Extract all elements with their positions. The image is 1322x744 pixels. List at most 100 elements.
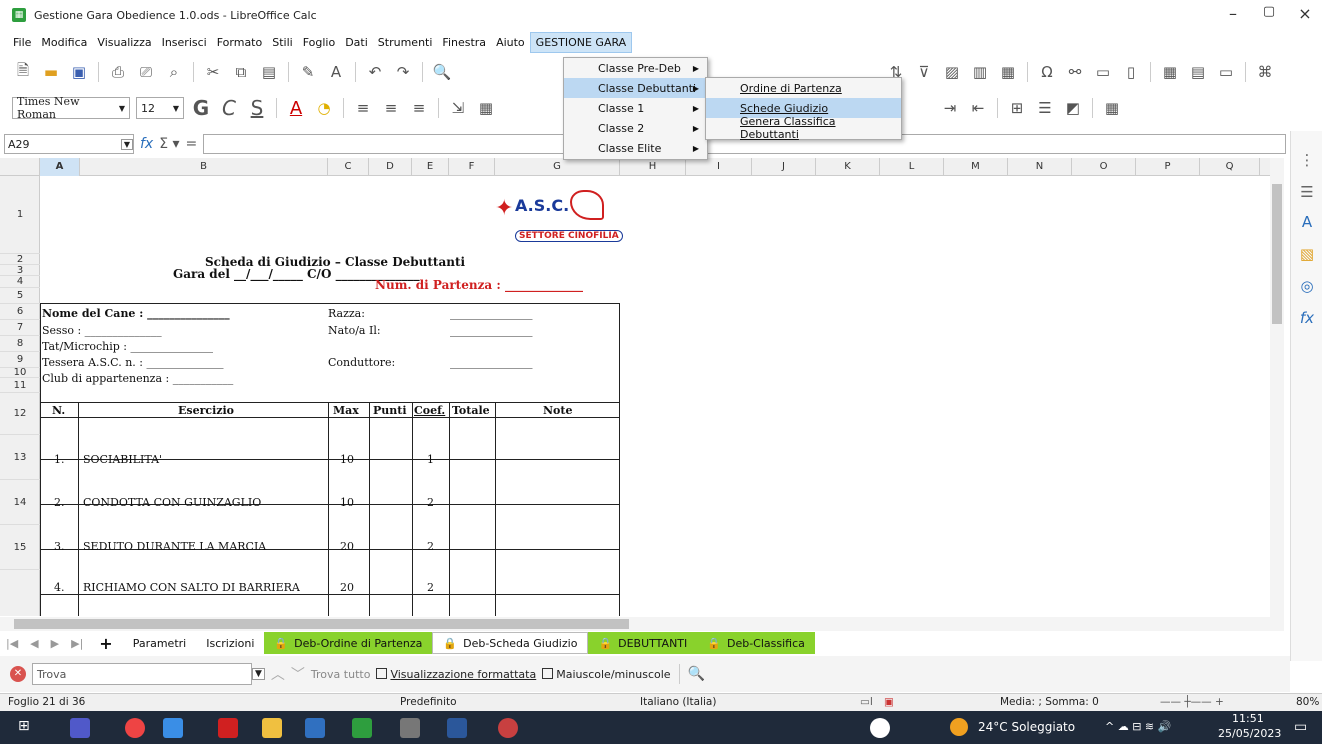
app-icon[interactable]: [498, 718, 518, 738]
new-document-icon[interactable]: 🗎: [12, 61, 34, 83]
special-character-icon[interactable]: Ω: [1036, 61, 1058, 83]
autofilter-icon[interactable]: ⊽: [913, 61, 935, 83]
chrome-icon[interactable]: [125, 718, 145, 738]
comment-icon[interactable]: ▭: [1092, 61, 1114, 83]
scrollbar-thumb[interactable]: [1272, 184, 1282, 324]
column-header[interactable]: L: [880, 158, 944, 176]
name-box[interactable]: A29 ▼: [4, 134, 134, 154]
properties-icon[interactable]: ☰: [1297, 183, 1317, 203]
decrease-indent-icon[interactable]: ⇤: [967, 97, 989, 119]
column-header[interactable]: D: [369, 158, 412, 176]
column-header[interactable]: M: [944, 158, 1008, 176]
checkbox-box[interactable]: [376, 667, 388, 679]
language[interactable]: Italiano (Italia): [640, 696, 716, 708]
vertical-scrollbar[interactable]: [1270, 158, 1284, 618]
highlight-color-icon[interactable]: ◔: [313, 97, 335, 119]
navigator-icon[interactable]: ◎: [1297, 277, 1317, 297]
row-header[interactable]: 15: [0, 525, 40, 570]
weather-text[interactable]: 24°C Soleggiato: [978, 720, 1075, 734]
header-footer-icon[interactable]: ▯: [1120, 61, 1142, 83]
acrobat-icon[interactable]: [218, 718, 238, 738]
menu-item-genera-classifica[interactable]: Genera Classifica Debuttanti: [706, 115, 901, 141]
align-center-icon[interactable]: ≡: [380, 97, 402, 119]
menu-foglio[interactable]: Foglio: [298, 33, 341, 52]
italic-icon[interactable]: C: [218, 96, 240, 120]
print-preview-icon[interactable]: ⌕: [163, 61, 185, 83]
border-color-icon[interactable]: ◩: [1062, 97, 1084, 119]
match-case-checkbox[interactable]: Maiuscole/minuscole: [542, 667, 671, 681]
help-icon[interactable]: [870, 718, 890, 738]
chevron-down-icon[interactable]: ▼: [173, 104, 179, 113]
freeze-rows-icon[interactable]: ▦: [1159, 61, 1181, 83]
libreoffice-calc-icon[interactable]: [352, 718, 372, 738]
maximize-button[interactable]: ▢: [1254, 4, 1284, 19]
minimize-button[interactable]: –: [1218, 4, 1248, 23]
row-header[interactable]: 5: [0, 288, 40, 304]
menu-file[interactable]: File: [8, 33, 36, 52]
column-header[interactable]: Q: [1200, 158, 1260, 176]
zoom-slider[interactable]: —— ┼—— +: [1160, 696, 1224, 708]
sidebar-menu-icon[interactable]: ⋮: [1297, 151, 1317, 171]
page-style[interactable]: Predefinito: [400, 696, 457, 708]
menu-item-ordine-partenza[interactable]: Ordine di Partenza: [706, 78, 901, 98]
row-header[interactable]: 13: [0, 435, 40, 480]
column-header[interactable]: E: [412, 158, 449, 176]
row-header[interactable]: 7: [0, 320, 40, 336]
gallery-icon[interactable]: ▧: [1297, 245, 1317, 265]
row-header[interactable]: 1: [0, 176, 40, 254]
find-replace-icon[interactable]: 🔍: [431, 61, 453, 83]
define-print-area-icon[interactable]: ▭: [1215, 61, 1237, 83]
hyperlink-icon[interactable]: ⚯: [1064, 61, 1086, 83]
font-name-combo[interactable]: Times New Roman ▼: [12, 95, 130, 121]
first-sheet-icon[interactable]: |◀: [0, 632, 24, 654]
tab-parametri[interactable]: Parametri: [123, 632, 197, 654]
copy-icon[interactable]: ⧉: [230, 61, 252, 83]
row-header[interactable]: 12: [0, 393, 40, 435]
menu-item-classe-elite[interactable]: Classe Elite ▶: [564, 138, 707, 158]
formatted-display-checkbox[interactable]: Visualizzazione formattata: [376, 667, 536, 681]
chevron-down-icon[interactable]: ▼: [119, 104, 125, 113]
menu-item-classe-1[interactable]: Classe 1 ▶: [564, 98, 707, 118]
column-header[interactable]: O: [1072, 158, 1136, 176]
column-header[interactable]: B: [80, 158, 328, 176]
teams-icon[interactable]: [70, 718, 90, 738]
insert-image-icon[interactable]: ▨: [941, 61, 963, 83]
column-header[interactable]: J: [752, 158, 816, 176]
close-button[interactable]: ×: [1290, 4, 1320, 23]
prev-sheet-icon[interactable]: ◀: [24, 632, 44, 654]
clock-time[interactable]: 11:51: [1232, 712, 1264, 725]
row-header[interactable]: 3: [0, 265, 40, 276]
remote-desktop-icon[interactable]: [305, 718, 325, 738]
tab-debuttanti[interactable]: 🔒 DEBUTTANTI: [588, 632, 698, 654]
show-draw-functions-icon[interactable]: ⌘: [1254, 61, 1276, 83]
insert-chart-icon[interactable]: ▥: [969, 61, 991, 83]
row-header[interactable]: 6: [0, 304, 40, 320]
tab-deb-classifica[interactable]: 🔒 Deb-Classifica: [697, 632, 815, 654]
find-replace-dialog-icon[interactable]: 🔍: [688, 666, 705, 682]
find-all-button[interactable]: Trova tutto: [311, 668, 371, 681]
zoom-level[interactable]: 80%: [1296, 696, 1319, 708]
wrap-text-icon[interactable]: ⇲: [447, 97, 469, 119]
menu-dati[interactable]: Dati: [340, 33, 373, 52]
windows-start-icon[interactable]: ⊞: [18, 718, 38, 738]
font-size-combo[interactable]: 12 ▼: [136, 97, 184, 119]
menu-gestione-gara[interactable]: GESTIONE GARA: [529, 31, 633, 53]
clear-formatting-icon[interactable]: A: [325, 61, 347, 83]
row-header[interactable]: 8: [0, 336, 40, 352]
column-header[interactable]: I: [686, 158, 752, 176]
open-folder-icon[interactable]: ▬: [40, 61, 62, 83]
redo-icon[interactable]: ↷: [392, 61, 414, 83]
cut-icon[interactable]: ✂: [202, 61, 224, 83]
chevron-down-icon[interactable]: ▼: [120, 138, 133, 150]
scrollbar-thumb[interactable]: [14, 619, 629, 629]
checkbox-box[interactable]: [542, 667, 554, 679]
clone-formatting-icon[interactable]: ✎: [297, 61, 319, 83]
menu-item-classe-debuttanti[interactable]: Classe Debuttanti ▶: [564, 78, 707, 98]
row-header[interactable]: 10: [0, 367, 40, 378]
paste-icon[interactable]: ▤: [258, 61, 280, 83]
app-icon[interactable]: [163, 718, 183, 738]
selection-mode-icon[interactable]: ▭I: [860, 696, 873, 708]
align-right-icon[interactable]: ≡: [408, 97, 430, 119]
menu-item-classe-pre-deb[interactable]: Classe Pre-Deb ▶: [564, 58, 707, 78]
close-find-icon[interactable]: ✕: [10, 666, 26, 682]
